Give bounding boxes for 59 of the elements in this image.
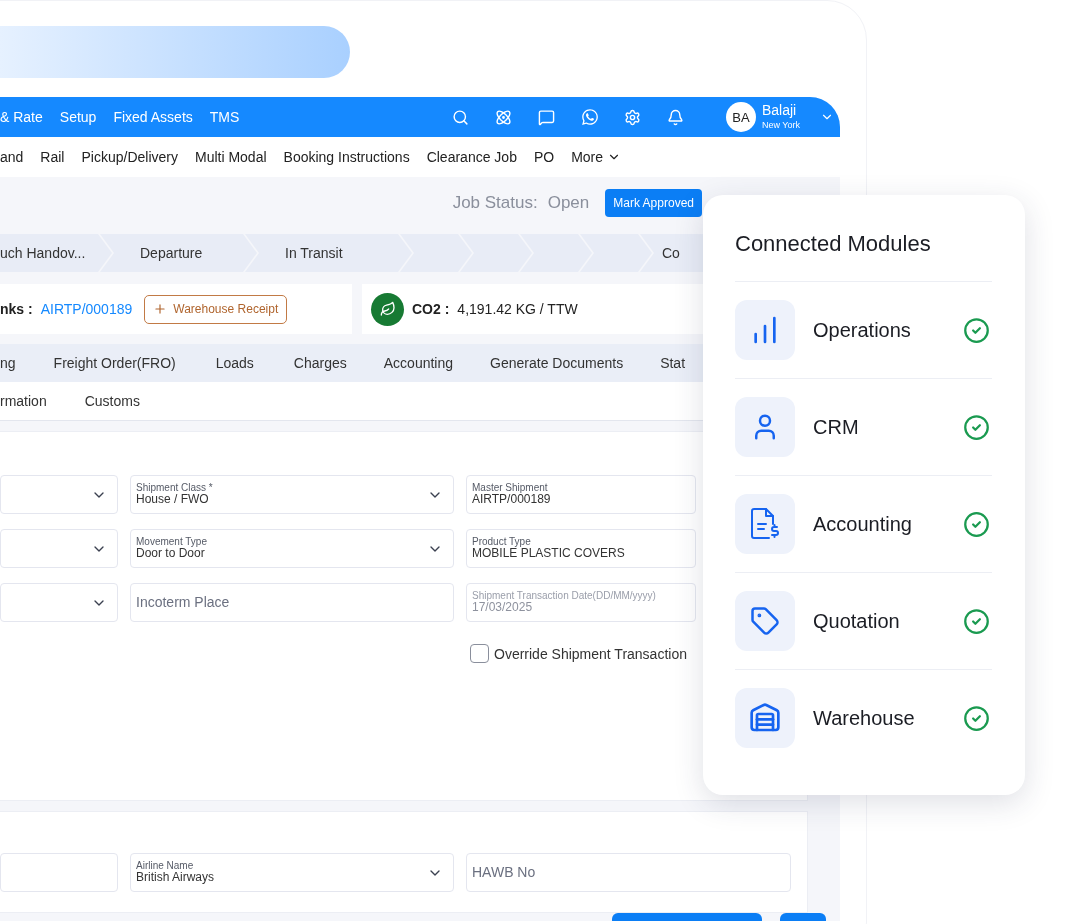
atom-icon[interactable]: [493, 108, 514, 126]
input-field[interactable]: Master Shipment AIRTP/000189: [466, 475, 696, 514]
module-name: Accounting: [813, 512, 913, 536]
more-menu[interactable]: More: [571, 149, 622, 165]
select-field[interactable]: Shipment Class * House / FWO: [130, 475, 454, 514]
module-nav-item[interactable]: Booking Instructions: [283, 149, 410, 165]
module-name: Quotation: [813, 609, 901, 633]
module-nav-item[interactable]: Multi Modal: [194, 149, 267, 165]
stepper-step: In Transit: [245, 234, 412, 272]
sub-tab[interactable]: Customs: [84, 393, 140, 409]
select-field[interactable]: [0, 529, 118, 568]
input-field[interactable]: [0, 853, 118, 892]
job-status-label: Job Status:: [452, 193, 538, 213]
plus-icon: [153, 302, 168, 316]
user-avatar[interactable]: BA: [725, 102, 756, 132]
tab[interactable]: Charges: [293, 355, 347, 371]
leaf-icon: [371, 292, 404, 326]
bell-icon[interactable]: [665, 108, 686, 126]
input-field[interactable]: Incoterm Place: [130, 583, 454, 622]
module-nav-item[interactable]: Rail: [40, 149, 65, 165]
tab[interactable]: Stat: [660, 355, 686, 371]
module-name: Warehouse: [813, 706, 916, 730]
select-field[interactable]: [0, 475, 118, 514]
sub-tab[interactable]: rmation: [0, 393, 47, 409]
tab[interactable]: Loads: [215, 355, 254, 371]
select-field[interactable]: [0, 583, 118, 622]
chat-icon[interactable]: [536, 108, 557, 126]
module-nav-item[interactable]: Pickup/Delivery: [81, 149, 178, 165]
module-name: CRM: [813, 415, 860, 439]
tab[interactable]: Accounting: [383, 355, 454, 371]
co2-label: CO2 :: [412, 301, 450, 317]
stepper-step: Departure: [100, 234, 257, 272]
input-field[interactable]: Product Type MOBILE PLASTIC COVERS: [466, 529, 696, 568]
module-nav-item[interactable]: and: [0, 149, 24, 165]
select-field[interactable]: Airline Name British Airways: [130, 853, 454, 892]
select-field[interactable]: Movement Type Door to Door: [130, 529, 454, 568]
module-nav-item[interactable]: Clearance Job: [426, 149, 517, 165]
tab[interactable]: ng: [0, 355, 16, 371]
tab[interactable]: Generate Documents: [490, 355, 624, 371]
module-nav-item[interactable]: PO: [533, 149, 555, 165]
user-name: Balaji: [761, 102, 798, 119]
module-name: Operations: [813, 318, 912, 342]
whatsapp-icon[interactable]: [579, 108, 600, 126]
card-title: Connected Modules: [735, 231, 932, 257]
co2-value: 4,191.42 KG / TTW: [457, 301, 578, 317]
job-status-value: Open: [547, 193, 590, 213]
user-location: New York: [761, 121, 800, 132]
mark-approved-button[interactable]: Mark Approved: [605, 189, 702, 217]
shipment-link[interactable]: AIRTP/000189: [40, 301, 133, 317]
checkbox[interactable]: [470, 644, 489, 663]
checkbox-label: Override Shipment Transaction: [494, 645, 687, 662]
links-label: nks :: [0, 301, 33, 317]
invoice-icon: [750, 507, 780, 541]
warehouse-receipt-button[interactable]: Warehouse Receipt: [144, 294, 288, 324]
warehouse-icon: [749, 702, 781, 734]
tag-icon: [750, 606, 780, 636]
input-field[interactable]: HAWB No: [466, 853, 791, 892]
action-button[interactable]: [780, 913, 826, 921]
tab[interactable]: Freight Order(FRO): [53, 355, 176, 371]
